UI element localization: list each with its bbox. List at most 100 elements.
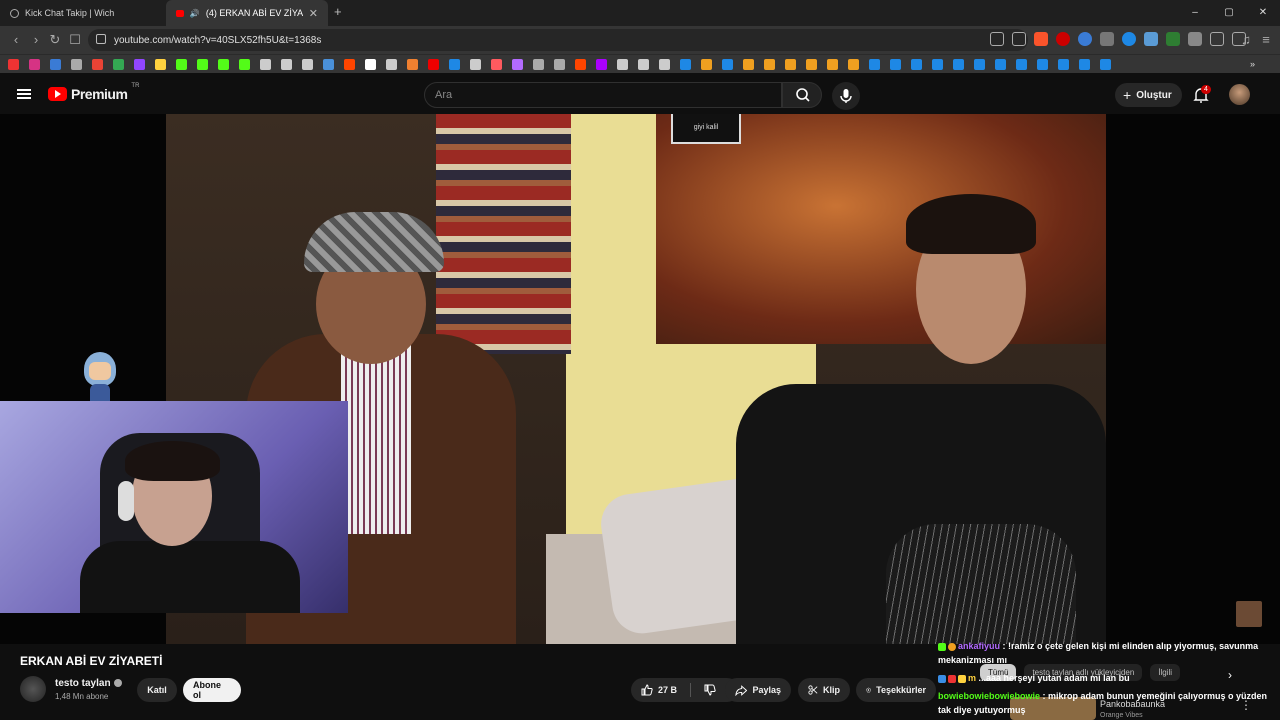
bookmark-favicon-icon[interactable]: [71, 59, 82, 70]
extension-icon[interactable]: [1166, 32, 1180, 46]
tab-kick-chat[interactable]: Kick Chat Takip | Wich: [0, 0, 166, 26]
bookmark-favicon-icon[interactable]: [50, 59, 61, 70]
bookmark-favicon-icon[interactable]: [575, 59, 586, 70]
new-tab-button[interactable]: +: [334, 4, 342, 19]
create-button[interactable]: + Oluştur: [1115, 83, 1182, 107]
back-icon[interactable]: ‹: [8, 32, 24, 47]
tab-youtube-video[interactable]: 🔊 (4) ERKAN ABİ EV ZİYARETİ - ✕: [166, 0, 328, 26]
extension-icon[interactable]: [1188, 32, 1202, 46]
bookmark-favicon-icon[interactable]: [827, 59, 838, 70]
minimize-button[interactable]: –: [1178, 0, 1212, 26]
channel-name[interactable]: testo taylan: [55, 678, 122, 689]
menu-icon[interactable]: ≡: [1258, 32, 1274, 47]
bookmark-icon[interactable]: ☐: [67, 32, 83, 48]
bookmark-favicon-icon[interactable]: [554, 59, 565, 70]
maximize-button[interactable]: ▢: [1212, 0, 1246, 26]
bookmark-favicon-icon[interactable]: [932, 59, 943, 70]
voice-search-button[interactable]: [832, 82, 860, 110]
clip-button[interactable]: Klip: [798, 678, 850, 702]
channel-avatar[interactable]: [20, 676, 46, 702]
bookmark-favicon-icon[interactable]: [92, 59, 103, 70]
bookmark-favicon-icon[interactable]: [1058, 59, 1069, 70]
bookmark-favicon-icon[interactable]: [596, 59, 607, 70]
bookmark-favicon-icon[interactable]: [218, 59, 229, 70]
bookmark-favicon-icon[interactable]: [659, 59, 670, 70]
bookmark-favicon-icon[interactable]: [491, 59, 502, 70]
bookmark-favicon-icon[interactable]: [449, 59, 460, 70]
video-player[interactable]: giyi kalil: [0, 114, 1280, 644]
bookmark-favicon-icon[interactable]: [806, 59, 817, 70]
close-window-button[interactable]: ✕: [1246, 0, 1280, 26]
bookmark-favicon-icon[interactable]: [386, 59, 397, 70]
youtube-logo[interactable]: Premium TR: [48, 83, 139, 102]
bookmark-favicon-icon[interactable]: [617, 59, 628, 70]
bookmark-favicon-icon[interactable]: [869, 59, 880, 70]
bookmark-favicon-icon[interactable]: [365, 59, 376, 70]
brave-shield-icon[interactable]: [1034, 32, 1048, 46]
bookmarks-overflow-icon[interactable]: »: [1250, 59, 1261, 70]
bookmark-favicon-icon[interactable]: [953, 59, 964, 70]
search-input[interactable]: Ara: [424, 82, 782, 108]
mini-channel-avatar[interactable]: [1236, 601, 1262, 627]
bookmark-favicon-icon[interactable]: [1079, 59, 1090, 70]
share-button[interactable]: Paylaş: [725, 678, 791, 702]
bookmark-favicon-icon[interactable]: [911, 59, 922, 70]
bookmark-favicon-icon[interactable]: [785, 59, 796, 70]
bookmark-favicon-icon[interactable]: [722, 59, 733, 70]
thumbs-down-icon[interactable]: [704, 684, 716, 696]
join-button[interactable]: Katıl: [137, 678, 177, 702]
account-avatar[interactable]: [1229, 84, 1250, 105]
extension-icon[interactable]: [1100, 32, 1114, 46]
subscribe-button[interactable]: Abone ol: [183, 678, 241, 702]
bookmark-favicon-icon[interactable]: [197, 59, 208, 70]
search-button[interactable]: [782, 82, 822, 108]
bookmark-favicon-icon[interactable]: [470, 59, 481, 70]
bookmark-favicon-icon[interactable]: [155, 59, 166, 70]
bookmark-favicon-icon[interactable]: [890, 59, 901, 70]
share-icon[interactable]: [1012, 32, 1026, 46]
thanks-button[interactable]: $ Teşekkürler: [856, 678, 936, 702]
site-info-icon[interactable]: [96, 34, 106, 44]
bookmark-favicon-icon[interactable]: [743, 59, 754, 70]
media-icon[interactable]: ♫: [1238, 32, 1254, 47]
forward-icon[interactable]: ›: [28, 32, 44, 47]
bookmark-favicon-icon[interactable]: [344, 59, 355, 70]
bookmark-favicon-icon[interactable]: [1100, 59, 1111, 70]
bookmark-favicon-icon[interactable]: [848, 59, 859, 70]
bookmark-favicon-icon[interactable]: [260, 59, 271, 70]
bookmark-favicon-icon[interactable]: [512, 59, 523, 70]
url-bar[interactable]: youtube.com/watch?v=40SLX52fh5U&t=1368s: [88, 29, 1028, 51]
bookmark-favicon-icon[interactable]: [638, 59, 649, 70]
bookmark-favicon-icon[interactable]: [1016, 59, 1027, 70]
reload-icon[interactable]: ↻: [47, 32, 63, 48]
extension-icon[interactable]: [1056, 32, 1070, 46]
bookmark-favicon-icon[interactable]: [323, 59, 334, 70]
bookmark-favicon-icon[interactable]: [995, 59, 1006, 70]
like-button[interactable]: 27 B: [641, 684, 677, 696]
bookmark-favicon-icon[interactable]: [764, 59, 775, 70]
bookmark-favicon-icon[interactable]: [701, 59, 712, 70]
install-icon[interactable]: [990, 32, 1004, 46]
badge-icon: [948, 674, 956, 683]
bookmark-favicon-icon[interactable]: [428, 59, 439, 70]
bookmark-favicon-icon[interactable]: [533, 59, 544, 70]
bookmark-favicon-icon[interactable]: [1037, 59, 1048, 70]
bookmark-favicon-icon[interactable]: [239, 59, 250, 70]
bookmark-favicon-icon[interactable]: [176, 59, 187, 70]
hamburger-menu-icon[interactable]: [17, 89, 31, 99]
bookmark-favicon-icon[interactable]: [29, 59, 40, 70]
bookmark-favicon-icon[interactable]: [974, 59, 985, 70]
bookmark-favicon-icon[interactable]: [113, 59, 124, 70]
puzzle-icon[interactable]: [1210, 32, 1224, 46]
bookmark-favicon-icon[interactable]: [8, 59, 19, 70]
close-tab-icon[interactable]: ✕: [309, 7, 318, 20]
bookmark-favicon-icon[interactable]: [302, 59, 313, 70]
bookmark-favicon-icon[interactable]: [134, 59, 145, 70]
browser-tab-bar: Kick Chat Takip | Wich 🔊 (4) ERKAN ABİ E…: [0, 0, 1280, 26]
extension-icon[interactable]: [1144, 32, 1158, 46]
bookmark-favicon-icon[interactable]: [407, 59, 418, 70]
extension-icon[interactable]: [1122, 32, 1136, 46]
bookmark-favicon-icon[interactable]: [680, 59, 691, 70]
extension-icon[interactable]: [1078, 32, 1092, 46]
bookmark-favicon-icon[interactable]: [281, 59, 292, 70]
